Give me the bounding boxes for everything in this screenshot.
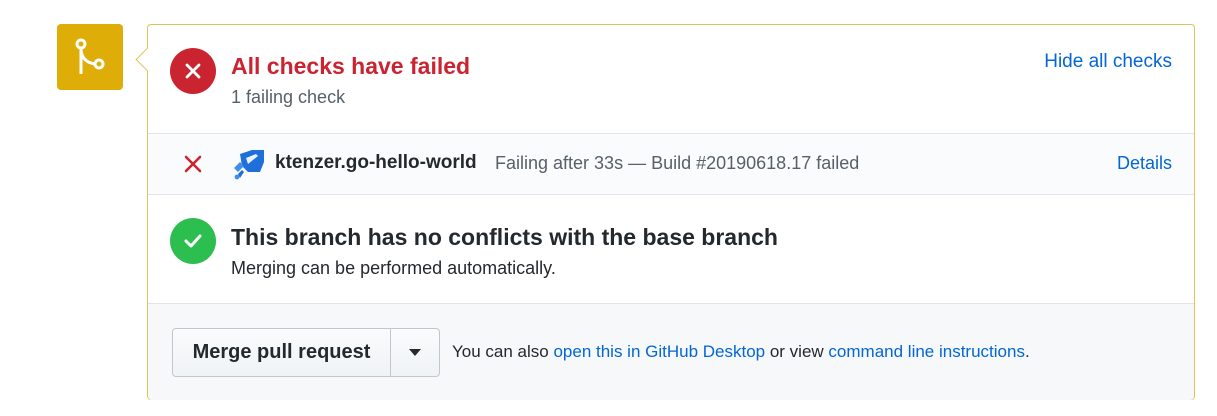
command-line-instructions-link[interactable]: command line instructions [828, 342, 1025, 361]
merge-status-panel: All checks have failed 1 failing check H… [135, 24, 1195, 400]
open-in-github-desktop-link[interactable]: open this in GitHub Desktop [553, 342, 765, 361]
note-suffix: . [1024, 342, 1030, 361]
details-link[interactable]: Details [1117, 153, 1172, 174]
check-description: Failing after 33s — Build #20190618.17 f… [495, 153, 860, 173]
branch-status-badge [57, 24, 123, 90]
hide-all-checks-link[interactable]: Hide all checks [1044, 51, 1172, 73]
note-prefix: You can also [452, 342, 554, 361]
merge-button-group: Merge pull request [172, 328, 440, 377]
merge-section: Merge pull request You can also open thi… [148, 303, 1194, 400]
merge-pull-request-button[interactable]: Merge pull request [173, 329, 391, 376]
merge-alternatives-note: You can also open this in GitHub Desktop… [452, 342, 1030, 362]
x-icon [184, 155, 202, 173]
success-status-circle [170, 218, 216, 264]
checks-section: All checks have failed 1 failing check H… [148, 25, 1194, 133]
git-merge-icon [75, 38, 105, 74]
check-name: ktenzer.go-hello-world [275, 152, 477, 173]
conflicts-subtitle: Merging can be performed automatically. [231, 258, 556, 278]
conflicts-title: This branch has no conflicts with the ba… [231, 224, 778, 250]
checks-title: All checks have failed [231, 53, 471, 79]
checks-subtitle: 1 failing check [231, 87, 346, 107]
note-middle: or view [765, 342, 829, 361]
conflicts-section: This branch has no conflicts with the ba… [148, 195, 1194, 303]
check-item-row: ktenzer.go-hello-world Failing after 33s… [148, 133, 1194, 195]
check-icon [184, 234, 202, 248]
merge-options-dropdown-button[interactable] [391, 329, 439, 376]
failure-status-circle [170, 48, 216, 94]
x-icon [185, 63, 201, 79]
triangle-down-icon [409, 349, 421, 356]
azure-pipelines-icon [234, 150, 264, 180]
